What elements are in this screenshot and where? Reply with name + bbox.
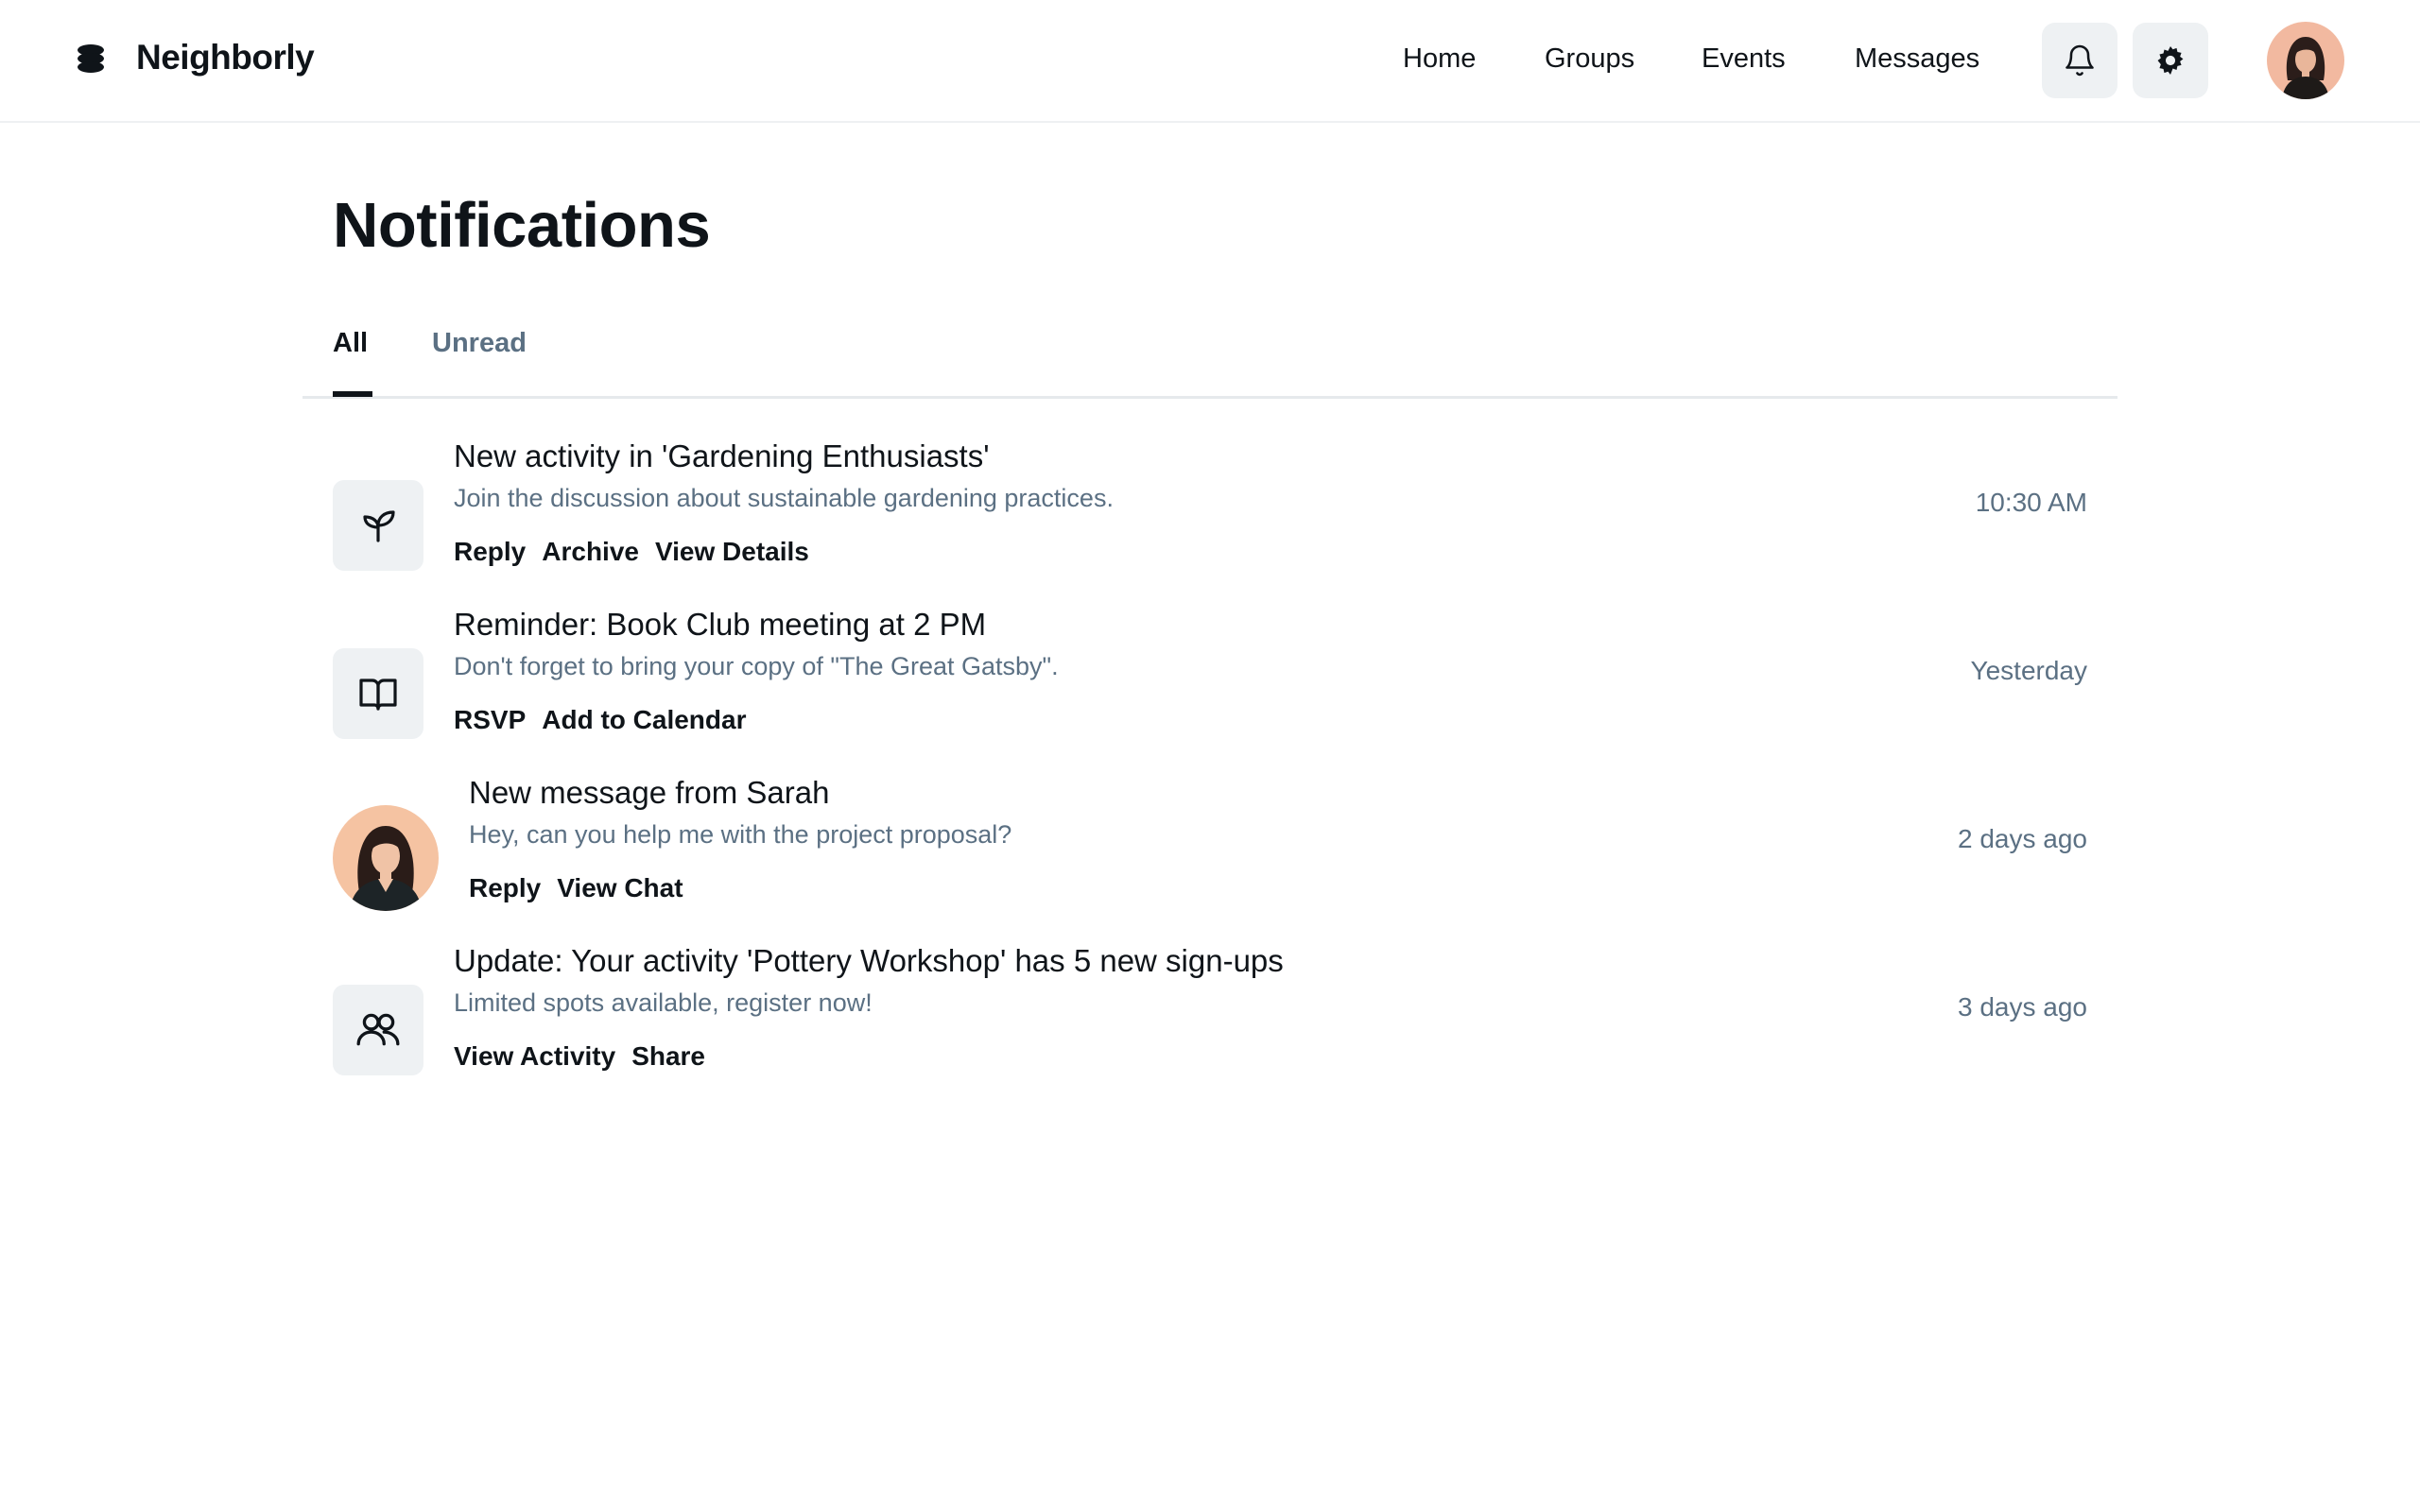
notification-title: New message from Sarah (469, 775, 830, 810)
bell-icon (2066, 44, 2094, 77)
settings-icon (2157, 45, 2184, 76)
notification-title: Update: Your activity 'Pottery Workshop'… (454, 943, 1284, 978)
nav-events[interactable]: Events (1702, 43, 1786, 75)
notifications-button[interactable] (2042, 23, 2118, 98)
notification-title: New activity in 'Gardening Enthusiasts' (454, 438, 990, 473)
user-avatar[interactable] (2267, 22, 2344, 99)
view-chat-button[interactable]: View Chat (557, 873, 683, 903)
nav-home[interactable]: Home (1403, 43, 1476, 75)
users-icon (356, 1013, 400, 1046)
notification-actions: RSVP Add to Calendar (454, 705, 746, 735)
notification-icon-box (333, 480, 424, 571)
nav-messages[interactable]: Messages (1855, 43, 1979, 75)
reply-button[interactable]: Reply (454, 537, 526, 567)
notification-item[interactable]: New activity in 'Gardening Enthusiasts' … (333, 438, 2087, 599)
notification-actions: View Activity Share (454, 1041, 705, 1072)
brand-name[interactable]: Neighborly (136, 38, 315, 77)
tab-unread[interactable]: Unread (432, 328, 527, 359)
reply-button[interactable]: Reply (469, 873, 541, 903)
nav-groups[interactable]: Groups (1545, 43, 1634, 75)
notification-icon-box (333, 648, 424, 739)
add-to-calendar-button[interactable]: Add to Calendar (542, 705, 746, 735)
notification-title: Reminder: Book Club meeting at 2 PM (454, 607, 987, 642)
notification-item[interactable]: Update: Your activity 'Pottery Workshop'… (333, 943, 2087, 1104)
notification-description: Hey, can you help me with the project pr… (469, 820, 1012, 849)
rsvp-button[interactable]: RSVP (454, 705, 526, 735)
sprout-icon (363, 510, 395, 542)
notification-item[interactable]: Reminder: Book Club meeting at 2 PM Don'… (333, 607, 2087, 767)
view-details-button[interactable]: View Details (655, 537, 809, 567)
archive-button[interactable]: Archive (542, 537, 639, 567)
share-button[interactable]: Share (631, 1041, 705, 1072)
notification-time: 2 days ago (1958, 824, 2087, 853)
logo-icon[interactable] (74, 42, 108, 76)
notification-actions: Reply Archive View Details (454, 537, 809, 567)
notification-item[interactable]: New message from Sarah Hey, can you help… (333, 775, 2087, 936)
tab-all[interactable]: All (333, 328, 368, 359)
sarah-avatar (333, 805, 439, 911)
view-activity-button[interactable]: View Activity (454, 1041, 615, 1072)
notification-time: Yesterday (1970, 656, 2088, 685)
page-title: Notifications (333, 190, 711, 261)
notification-actions: Reply View Chat (469, 873, 683, 903)
book-icon (359, 679, 397, 711)
notification-time: 10:30 AM (1975, 488, 2087, 517)
notification-description: Limited spots available, register now! (454, 988, 873, 1017)
tabs-divider (302, 396, 2118, 399)
notification-time: 3 days ago (1958, 992, 2087, 1022)
notification-description: Join the discussion about sustainable ga… (454, 484, 1114, 512)
active-tab-indicator (333, 391, 372, 397)
notification-description: Don't forget to bring your copy of "The … (454, 652, 1059, 680)
settings-button[interactable] (2133, 23, 2208, 98)
notification-icon-box (333, 985, 424, 1075)
top-nav-bar: Neighborly Home Groups Events Messages (0, 0, 2420, 123)
